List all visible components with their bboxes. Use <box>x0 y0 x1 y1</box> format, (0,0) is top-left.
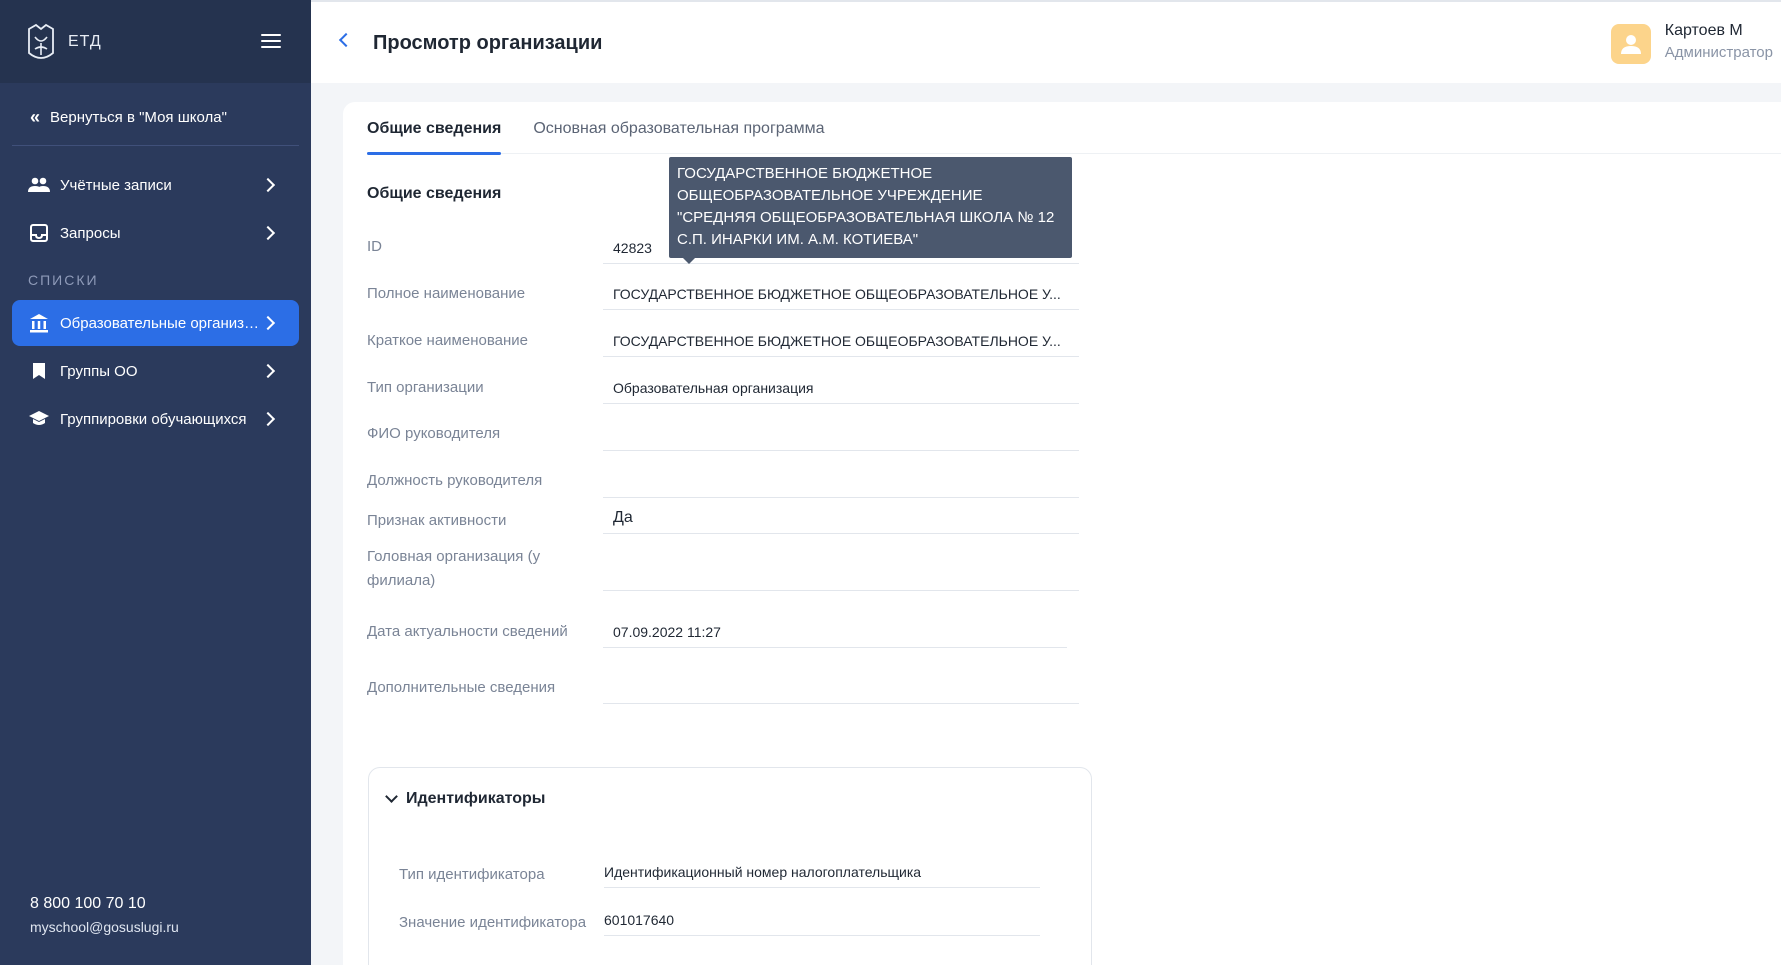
full-name-tooltip: ГОСУДАРСТВЕННОЕ БЮДЖЕТНОЕ ОБЩЕОБРАЗОВАТЕ… <box>669 157 1072 264</box>
back-link-label: Вернуться в "Моя школа" <box>50 108 227 126</box>
identifiers-panel: Идентификаторы Тип идентификатора Иденти… <box>368 767 1092 965</box>
support-email[interactable]: myschool@gosuslugi.ru <box>30 919 179 935</box>
menu-icon[interactable] <box>261 34 281 48</box>
head-position-value <box>603 466 1079 498</box>
user-role: Администратор <box>1664 44 1773 61</box>
page-title: Просмотр организации <box>373 32 603 54</box>
active-flag-value: Да <box>603 502 1079 534</box>
identifier-value-label: Значение идентификатора <box>399 914 587 931</box>
head-position-label: Должность руководителя <box>367 472 543 489</box>
institution-icon <box>28 312 50 334</box>
back-to-my-school-link[interactable]: « Вернуться в "Моя школа" <box>0 89 311 145</box>
parent-org-label: Головная организация (у филиала) <box>367 548 541 589</box>
sidebar-item-educational-organizations[interactable]: Образовательные организации <box>12 300 299 346</box>
identifier-value-value: 601017640 <box>604 904 1040 936</box>
actual-date-label: Дата актуальности сведений <box>367 623 568 640</box>
user-icon <box>1620 35 1641 54</box>
user-profile[interactable]: Картоев М Администратор <box>1610 22 1773 64</box>
additional-info-value <box>603 672 1079 704</box>
actual-date-value: 07.09.2022 11:27 <box>603 616 1067 648</box>
active-flag-label: Признак активности <box>367 512 507 529</box>
support-contacts: 8 800 100 70 10 myschool@gosuslugi.ru <box>30 895 179 935</box>
additional-info-label: Дополнительные сведения <box>367 679 556 696</box>
sidebar-item-label: Учётные записи <box>60 176 172 194</box>
identifier-type-label: Тип идентификатора <box>399 866 545 883</box>
full-name-label: Полное наименование <box>367 285 526 302</box>
bookmark-icon <box>28 360 50 382</box>
inbox-icon <box>28 222 50 244</box>
users-icon <box>28 174 50 196</box>
head-name-value <box>603 419 1079 451</box>
top-header: Просмотр организации Картоев М Администр… <box>311 0 1781 83</box>
sidebar-item-student-groupings[interactable]: Группировки обучающихся <box>12 396 299 442</box>
identifiers-toggle[interactable]: Идентификаторы <box>385 790 546 808</box>
support-phone: 8 800 100 70 10 <box>30 895 146 912</box>
section-title: Общие сведения <box>367 185 502 202</box>
tabs: Общие сведения Основная образовательная … <box>367 102 1781 155</box>
graduation-cap-icon <box>28 408 50 430</box>
identifier-type-value: Идентификационный номер налогоплательщик… <box>604 856 1040 888</box>
sidebar-item-label: Образовательные организации <box>60 314 278 332</box>
org-type-label: Тип организации <box>367 379 484 396</box>
tab-educational-program[interactable]: Основная образовательная программа <box>533 102 824 154</box>
owl-logo-icon <box>28 23 54 59</box>
sidebar-section-label: СПИСКИ <box>28 272 99 288</box>
back-arrow-icon[interactable] <box>338 32 354 48</box>
parent-org-value <box>603 559 1079 591</box>
sidebar: ЕТД « Вернуться в "Моя школа" Учётные за… <box>0 0 311 965</box>
logo-text: ЕТД <box>68 32 102 50</box>
sidebar-item-requests[interactable]: Запросы <box>12 210 299 256</box>
identifiers-title: Идентификаторы <box>406 790 546 807</box>
sidebar-item-oo-groups[interactable]: Группы ОО <box>12 348 299 394</box>
short-name-label: Краткое наименование <box>367 332 528 349</box>
sidebar-item-label: Запросы <box>60 224 121 242</box>
logo[interactable]: ЕТД <box>26 23 102 61</box>
head-name-label: ФИО руководителя <box>367 425 501 442</box>
sidebar-header: ЕТД <box>0 0 311 83</box>
id-label: ID <box>367 238 382 255</box>
full-name-value[interactable]: ГОСУДАРСТВЕННОЕ БЮДЖЕТНОЕ ОБЩЕОБРАЗОВАТЕ… <box>603 278 1079 310</box>
org-type-value: Образовательная организация <box>603 372 1079 404</box>
sidebar-item-label: Группы ОО <box>60 362 138 380</box>
avatar <box>1610 24 1651 64</box>
chevron-down-icon <box>385 790 398 803</box>
user-name: Картоев М <box>1664 22 1743 39</box>
short-name-value[interactable]: ГОСУДАРСТВЕННОЕ БЮДЖЕТНОЕ ОБЩЕОБРАЗОВАТЕ… <box>603 325 1079 357</box>
double-chevron-left-icon: « <box>30 106 41 127</box>
tab-general-info[interactable]: Общие сведения <box>367 102 502 155</box>
sidebar-item-label: Группировки обучающихся <box>60 410 247 428</box>
sidebar-item-accounts[interactable]: Учётные записи <box>12 162 299 208</box>
